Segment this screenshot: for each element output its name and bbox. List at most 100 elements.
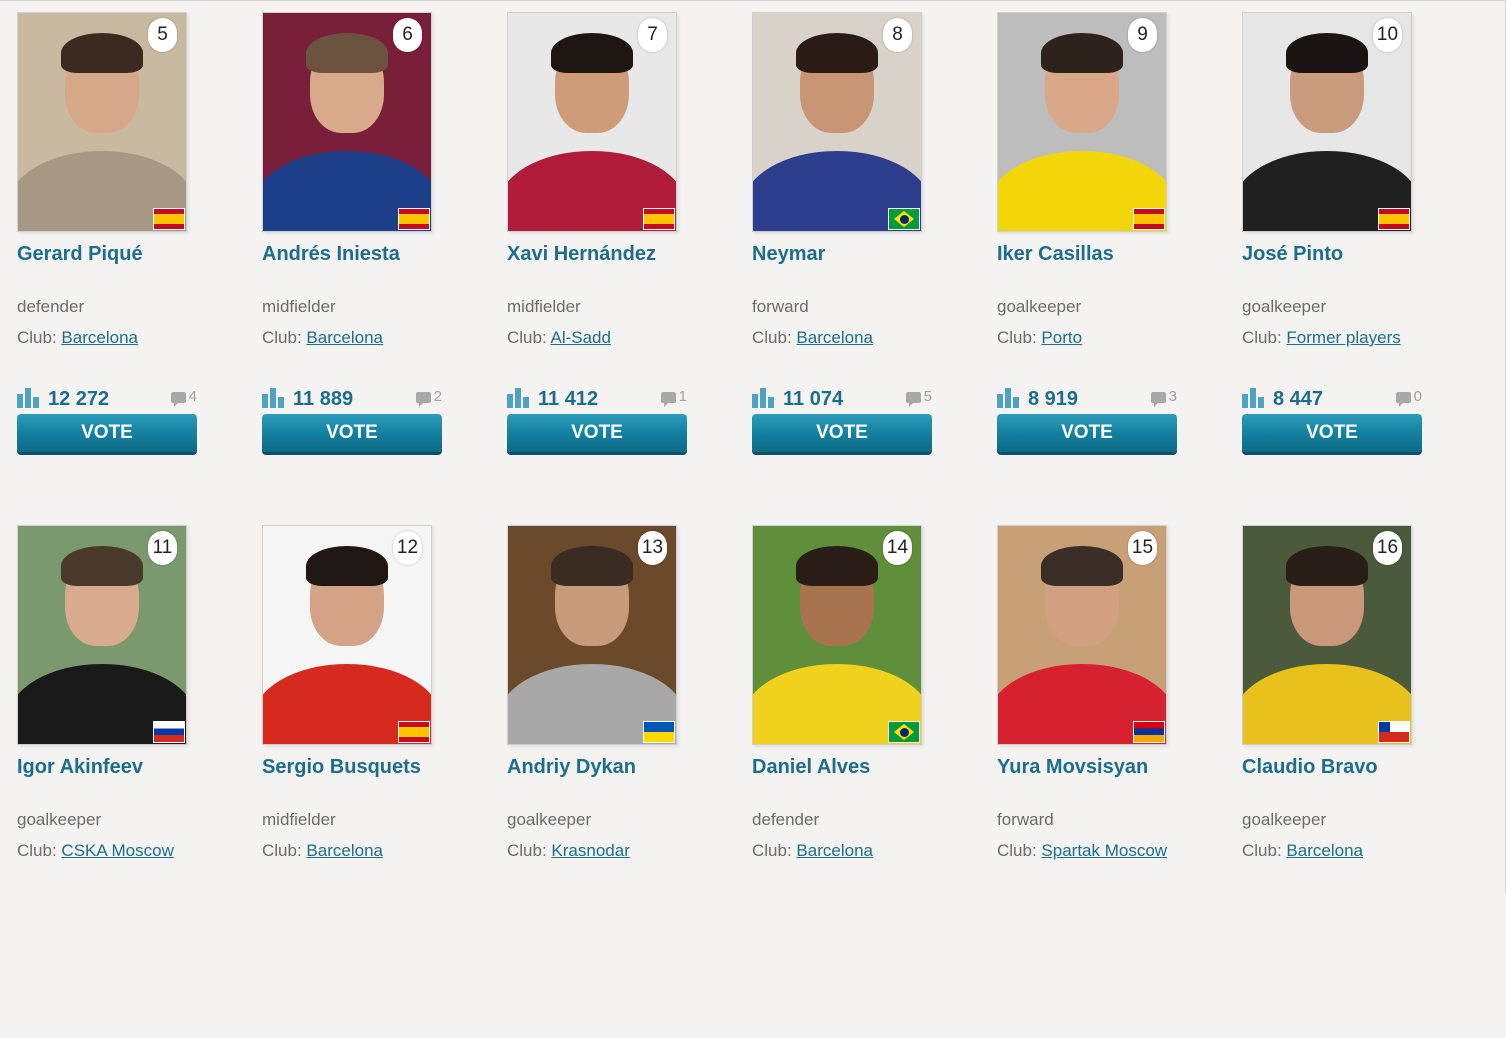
vote-button[interactable]: VOTE [997, 414, 1177, 452]
player-card: 6 Andrés Iniesta midfielder Club: Barcelona… [262, 12, 452, 452]
player-club: Club: Barcelona [752, 328, 942, 348]
player-position: midfielder [262, 297, 336, 316]
comments-number: 3 [1168, 388, 1177, 405]
comments-count[interactable]: 2 [415, 388, 442, 407]
player-name-link[interactable]: José Pinto [1242, 243, 1432, 267]
player-club: Club: Barcelona [262, 328, 452, 348]
chile-flag-icon [1378, 721, 1410, 743]
comment-icon [415, 391, 431, 407]
player-position: defender [752, 810, 820, 829]
player-photo[interactable]: 13 [507, 525, 677, 745]
player-position: goalkeeper [1242, 810, 1327, 829]
player-club: Club: Barcelona [1242, 841, 1432, 861]
spain-flag-icon [1133, 208, 1165, 230]
club-label: Club: [262, 841, 302, 860]
ukraine-flag-icon [643, 721, 675, 743]
club-link[interactable]: Barcelona [796, 328, 873, 347]
player-name-link[interactable]: Igor Akinfeev [17, 756, 207, 780]
player-photo[interactable]: 6 [262, 12, 432, 232]
player-photo[interactable]: 14 [752, 525, 922, 745]
comments-number: 1 [678, 388, 687, 405]
player-hair [61, 33, 143, 73]
player-club: Club: CSKA Moscow [17, 841, 207, 861]
player-photo[interactable]: 15 [997, 525, 1167, 745]
comment-icon [1150, 391, 1166, 407]
club-link[interactable]: Barcelona [306, 841, 383, 860]
club-label: Club: [17, 328, 57, 347]
player-name-link[interactable]: Claudio Bravo [1242, 756, 1432, 780]
club-link[interactable]: Former players [1286, 328, 1400, 347]
club-link[interactable]: Barcelona [1286, 841, 1363, 860]
player-name-link[interactable]: Daniel Alves [752, 756, 942, 780]
club-link[interactable]: Spartak Moscow [1041, 841, 1167, 860]
comments-count[interactable]: 5 [905, 388, 932, 407]
player-photo[interactable]: 10 [1242, 12, 1412, 232]
player-photo[interactable]: 5 [17, 12, 187, 232]
comments-count[interactable]: 3 [1150, 388, 1177, 407]
club-link[interactable]: Krasnodar [551, 841, 629, 860]
club-label: Club: [997, 328, 1037, 347]
comments-count[interactable]: 4 [170, 388, 197, 407]
comments-number: 5 [923, 388, 932, 405]
club-label: Club: [1242, 841, 1282, 860]
player-name-link[interactable]: Neymar [752, 243, 942, 267]
bar-chart-icon [752, 388, 777, 408]
club-label: Club: [262, 328, 302, 347]
player-name-link[interactable]: Iker Casillas [997, 243, 1187, 267]
player-position: defender [17, 297, 85, 316]
player-photo[interactable]: 12 [262, 525, 432, 745]
rank-badge: 6 [393, 18, 422, 52]
vote-button[interactable]: VOTE [507, 414, 687, 452]
votes-count: 11 074 [783, 388, 844, 410]
player-hair [306, 33, 388, 73]
player-position: goalkeeper [17, 810, 102, 829]
player-photo[interactable]: 16 [1242, 525, 1412, 745]
player-card: 14 Daniel Alves defender Club: Barcelona [752, 525, 942, 861]
player-card: 10 José Pinto goalkeeper Club: Former playe… [1242, 12, 1432, 452]
player-card: 13 Andriy Dykan goalkeeper Club: Krasnodar [507, 525, 697, 861]
player-name-link[interactable]: Xavi Hernández [507, 243, 697, 267]
comments-count[interactable]: 1 [660, 388, 687, 407]
player-club: Club: Barcelona [17, 328, 207, 348]
vote-button[interactable]: VOTE [262, 414, 442, 452]
club-link[interactable]: Porto [1041, 328, 1082, 347]
player-name-link[interactable]: Sergio Busquets [262, 756, 452, 780]
votes-count: 8 447 [1273, 388, 1324, 410]
spain-flag-icon [643, 208, 675, 230]
comments-count[interactable]: 0 [1395, 388, 1422, 407]
player-name-link[interactable]: Andrés Iniesta [262, 243, 452, 267]
bar-chart-icon [17, 388, 42, 408]
comment-icon [170, 391, 186, 407]
player-club: Club: Spartak Moscow [997, 841, 1187, 861]
armenia-flag-icon [1133, 721, 1165, 743]
vote-button[interactable]: VOTE [752, 414, 932, 452]
player-photo[interactable]: 9 [997, 12, 1167, 232]
player-photo[interactable]: 7 [507, 12, 677, 232]
club-link[interactable]: Al-Sadd [550, 328, 610, 347]
club-link[interactable]: CSKA Moscow [61, 841, 173, 860]
player-name-link[interactable]: Andriy Dykan [507, 756, 697, 780]
player-club: Club: Porto [997, 328, 1187, 348]
club-label: Club: [752, 841, 792, 860]
club-label: Club: [752, 328, 792, 347]
spain-flag-icon [153, 208, 185, 230]
player-name-link[interactable]: Gerard Piqué [17, 243, 207, 267]
player-hair [61, 546, 143, 586]
player-photo[interactable]: 8 [752, 12, 922, 232]
vote-stats: 11 889 2 [262, 386, 442, 410]
player-photo[interactable]: 11 [17, 525, 187, 745]
vote-stats: 11 412 1 [507, 386, 687, 410]
vote-button[interactable]: VOTE [1242, 414, 1422, 452]
club-link[interactable]: Barcelona [306, 328, 383, 347]
player-name-link[interactable]: Yura Movsisyan [997, 756, 1187, 780]
club-link[interactable]: Barcelona [61, 328, 138, 347]
vote-button[interactable]: VOTE [17, 414, 197, 452]
club-link[interactable]: Barcelona [796, 841, 873, 860]
votes-count: 8 919 [1028, 388, 1079, 410]
rank-badge: 8 [883, 18, 912, 52]
club-label: Club: [997, 841, 1037, 860]
vote-stats: 11 074 5 [752, 386, 932, 410]
club-label: Club: [17, 841, 57, 860]
vote-stats: 8 447 0 [1242, 386, 1422, 410]
spain-flag-icon [398, 208, 430, 230]
